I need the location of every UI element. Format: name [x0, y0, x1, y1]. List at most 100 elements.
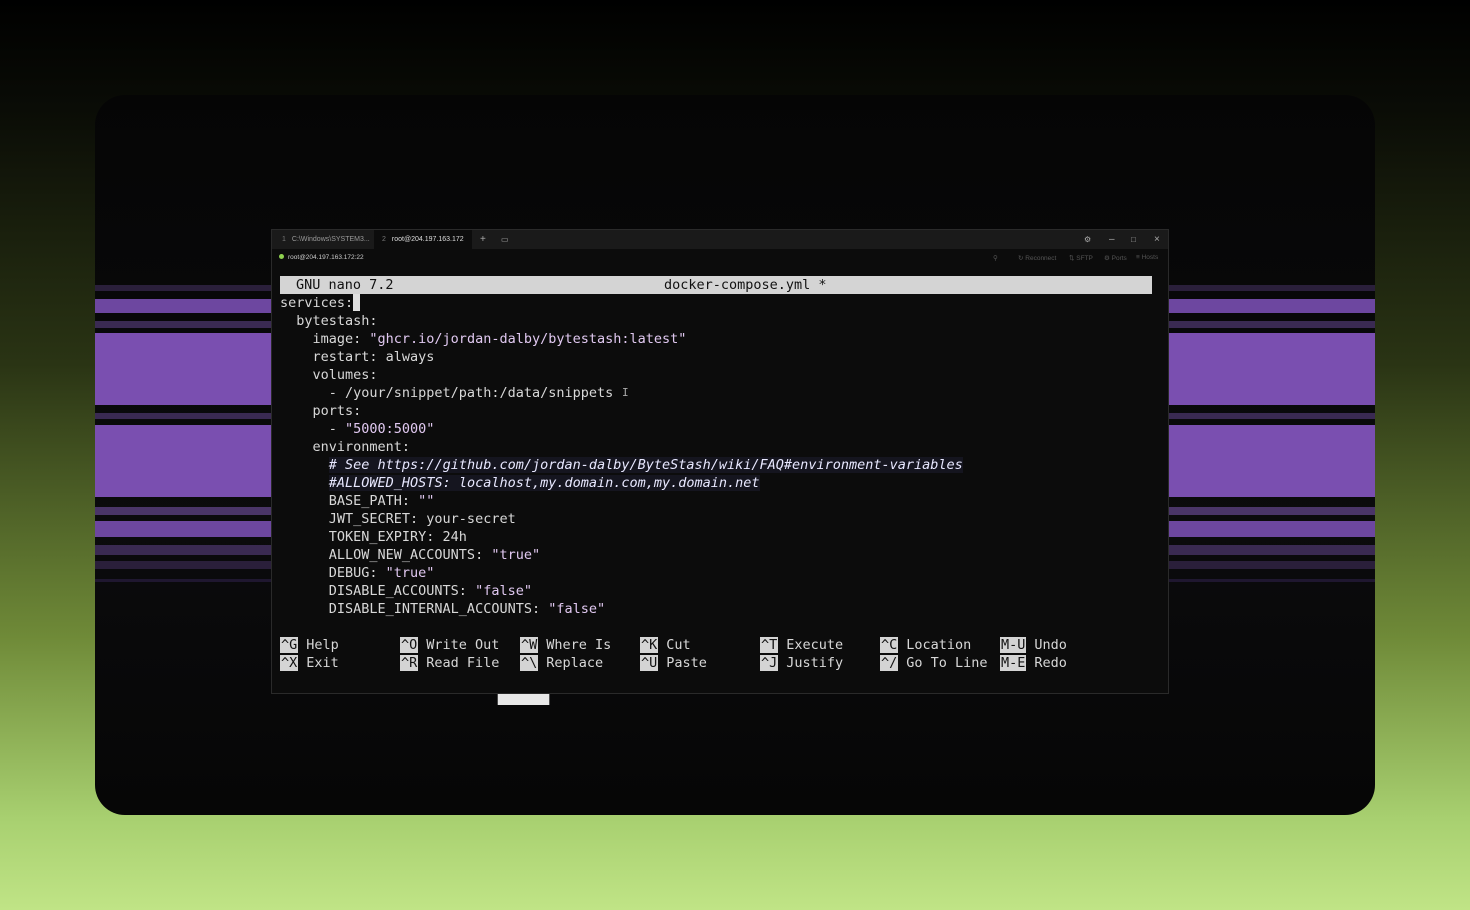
- shortcut-exit: ^X Exit: [280, 654, 339, 672]
- editor-line: restart: always: [280, 348, 1152, 366]
- shortcut-replace: ^\ Replace: [520, 654, 603, 672]
- shortcut-key: ^\: [520, 655, 539, 671]
- shortcut-execute: ^T Execute: [760, 636, 843, 654]
- close-icon[interactable]: ×: [1154, 230, 1160, 249]
- shortcut-label: Help: [306, 637, 339, 653]
- tabs-icon[interactable]: ▭: [501, 230, 509, 249]
- shortcut-key: ^K: [640, 637, 659, 653]
- editor-buffer[interactable]: services: bytestash: image: "ghcr.io/jor…: [280, 294, 1152, 618]
- nano-version: GNU nano 7.2: [296, 277, 394, 293]
- line-text: - /your/snippet/path:/data/snippets: [280, 385, 614, 401]
- editor-line: volumes:: [280, 366, 1152, 384]
- line-text: TOKEN_EXPIRY: 24h: [280, 529, 467, 545]
- shortcut-label: Execute: [786, 637, 844, 653]
- shortcut-label: Cut: [666, 637, 691, 653]
- line-comment: #ALLOWED_HOSTS: localhost,my.domain.com,…: [328, 475, 760, 491]
- shortcut-key: ^G: [280, 637, 299, 653]
- line-string-value: "ghcr.io/jordan-dalby/bytestash:latest": [369, 331, 687, 347]
- shortcut-label: Write Out: [426, 637, 500, 653]
- shortcut-paste: ^U Paste: [640, 654, 707, 672]
- tab-bar: 1 C:\Windows\SYSTEM3... 2 root@204.197.163…: [272, 230, 1168, 249]
- editor-line: DISABLE_ACCOUNTS: "false": [280, 582, 1152, 600]
- line-text: bytestash:: [280, 313, 378, 329]
- nano-title-bar: GNU nano 7.2 docker-compose.yml *: [280, 276, 1152, 294]
- line-string-value: "true": [385, 565, 435, 581]
- editor-line: image: "ghcr.io/jordan-dalby/bytestash:l…: [280, 330, 1152, 348]
- editor-line: - /your/snippet/path:/data/snippets I: [280, 384, 1152, 402]
- shortcut-label: Replace: [546, 655, 604, 671]
- shortcut-key: M-U: [1000, 637, 1027, 653]
- line-text: JWT_SECRET: your-secret: [280, 511, 516, 527]
- ports-button[interactable]: ⚙ Ports: [1104, 254, 1127, 262]
- shortcut-where-is: ^W Where Is: [520, 636, 611, 654]
- maximize-icon[interactable]: □: [1131, 230, 1136, 249]
- shortcut-write-out: ^O Write Out: [400, 636, 499, 654]
- line-key: image:: [280, 331, 370, 347]
- shortcut-key: ^R: [400, 655, 419, 671]
- shortcut-justify: ^J Justify: [760, 654, 843, 672]
- line-key: BASE_PATH:: [280, 493, 419, 509]
- shortcut-redo: M-E Redo: [1000, 654, 1067, 672]
- shortcut-undo: M-U Undo: [1000, 636, 1067, 654]
- editor-line: JWT_SECRET: your-secret: [280, 510, 1152, 528]
- reconnect-button[interactable]: ↻ Reconnect: [1018, 254, 1056, 262]
- shortcut-key: ^W: [520, 637, 539, 653]
- line-key: DEBUG:: [280, 565, 386, 581]
- hosts-button[interactable]: ≡ Hosts: [1136, 254, 1158, 261]
- shortcut-label: Exit: [306, 655, 339, 671]
- nano-editor[interactable]: GNU nano 7.2 docker-compose.yml * servic…: [280, 276, 1152, 618]
- shortcut-location: ^C Location: [880, 636, 971, 654]
- shortcut-key: ^T: [760, 637, 779, 653]
- editor-line: environment:: [280, 438, 1152, 456]
- editor-line: DEBUG: "true": [280, 564, 1152, 582]
- line-key: ALLOW_NEW_ACCOUNTS:: [280, 547, 492, 563]
- mouse-ibeam-icon: I: [622, 386, 629, 399]
- plus-icon[interactable]: +: [480, 230, 486, 249]
- editor-line: ALLOW_NEW_ACCOUNTS: "true": [280, 546, 1152, 564]
- shortcut-key: ^J: [760, 655, 779, 671]
- terminal-window: 1 C:\Windows\SYSTEM3... 2 root@204.197.163…: [271, 229, 1169, 694]
- connection-status: root@204.197.163.172:22: [279, 254, 364, 261]
- sftp-button[interactable]: ⇅ SFTP: [1069, 254, 1093, 262]
- shortcut-label: Location: [906, 637, 972, 653]
- shortcut-key: ^C: [880, 637, 899, 653]
- shortcut-key: ^/: [880, 655, 899, 671]
- editor-line: ports:: [280, 402, 1152, 420]
- shortcut-label: Paste: [666, 655, 707, 671]
- gear-icon[interactable]: ⚙: [1084, 230, 1091, 249]
- tab-windows-system[interactable]: 1 C:\Windows\SYSTEM3...: [274, 230, 378, 249]
- shortcut-key: ^X: [280, 655, 299, 671]
- shortcut-label: Justify: [786, 655, 844, 671]
- line-text: services:: [280, 295, 354, 311]
- pin-icon[interactable]: ⚲: [993, 254, 998, 262]
- line-key: DISABLE_ACCOUNTS:: [280, 583, 476, 599]
- shortcut-cut: ^K Cut: [640, 636, 691, 654]
- shortcut-key: M-E: [1000, 655, 1027, 671]
- minimize-icon[interactable]: –: [1109, 230, 1115, 249]
- line-string-value: "": [418, 493, 435, 509]
- nano-filename: docker-compose.yml *: [664, 277, 827, 293]
- editor-line: services:: [280, 294, 1152, 312]
- line-text: restart: always: [280, 349, 435, 365]
- shortcut-key: ^U: [640, 655, 659, 671]
- shortcut-read-file: ^R Read File: [400, 654, 499, 672]
- shortcut-key: ^O: [400, 637, 419, 653]
- editor-line: BASE_PATH: "": [280, 492, 1152, 510]
- editor-line: DISABLE_INTERNAL_ACCOUNTS: "false": [280, 600, 1152, 618]
- status-dot-icon: [279, 254, 284, 259]
- editor-line: #ALLOWED_HOSTS: localhost,my.domain.com,…: [280, 474, 1152, 492]
- line-string-value: "true": [491, 547, 541, 563]
- shortcut-label: Go To Line: [906, 655, 988, 671]
- tab-ssh-session[interactable]: 2 root@204.197.163.172: [374, 230, 472, 249]
- shortcut-help: ^G Help: [280, 636, 339, 654]
- editor-line: # See https://github.com/jordan-dalby/By…: [280, 456, 1152, 474]
- line-text: volumes:: [280, 367, 378, 383]
- shortcut-go-to-line: ^/ Go To Line: [880, 654, 988, 672]
- shortcut-label: Read File: [426, 655, 500, 671]
- line-string-value: "false": [548, 601, 606, 617]
- shortcut-label: Redo: [1034, 655, 1067, 671]
- editor-line: TOKEN_EXPIRY: 24h: [280, 528, 1152, 546]
- shortcut-label: Where Is: [546, 637, 612, 653]
